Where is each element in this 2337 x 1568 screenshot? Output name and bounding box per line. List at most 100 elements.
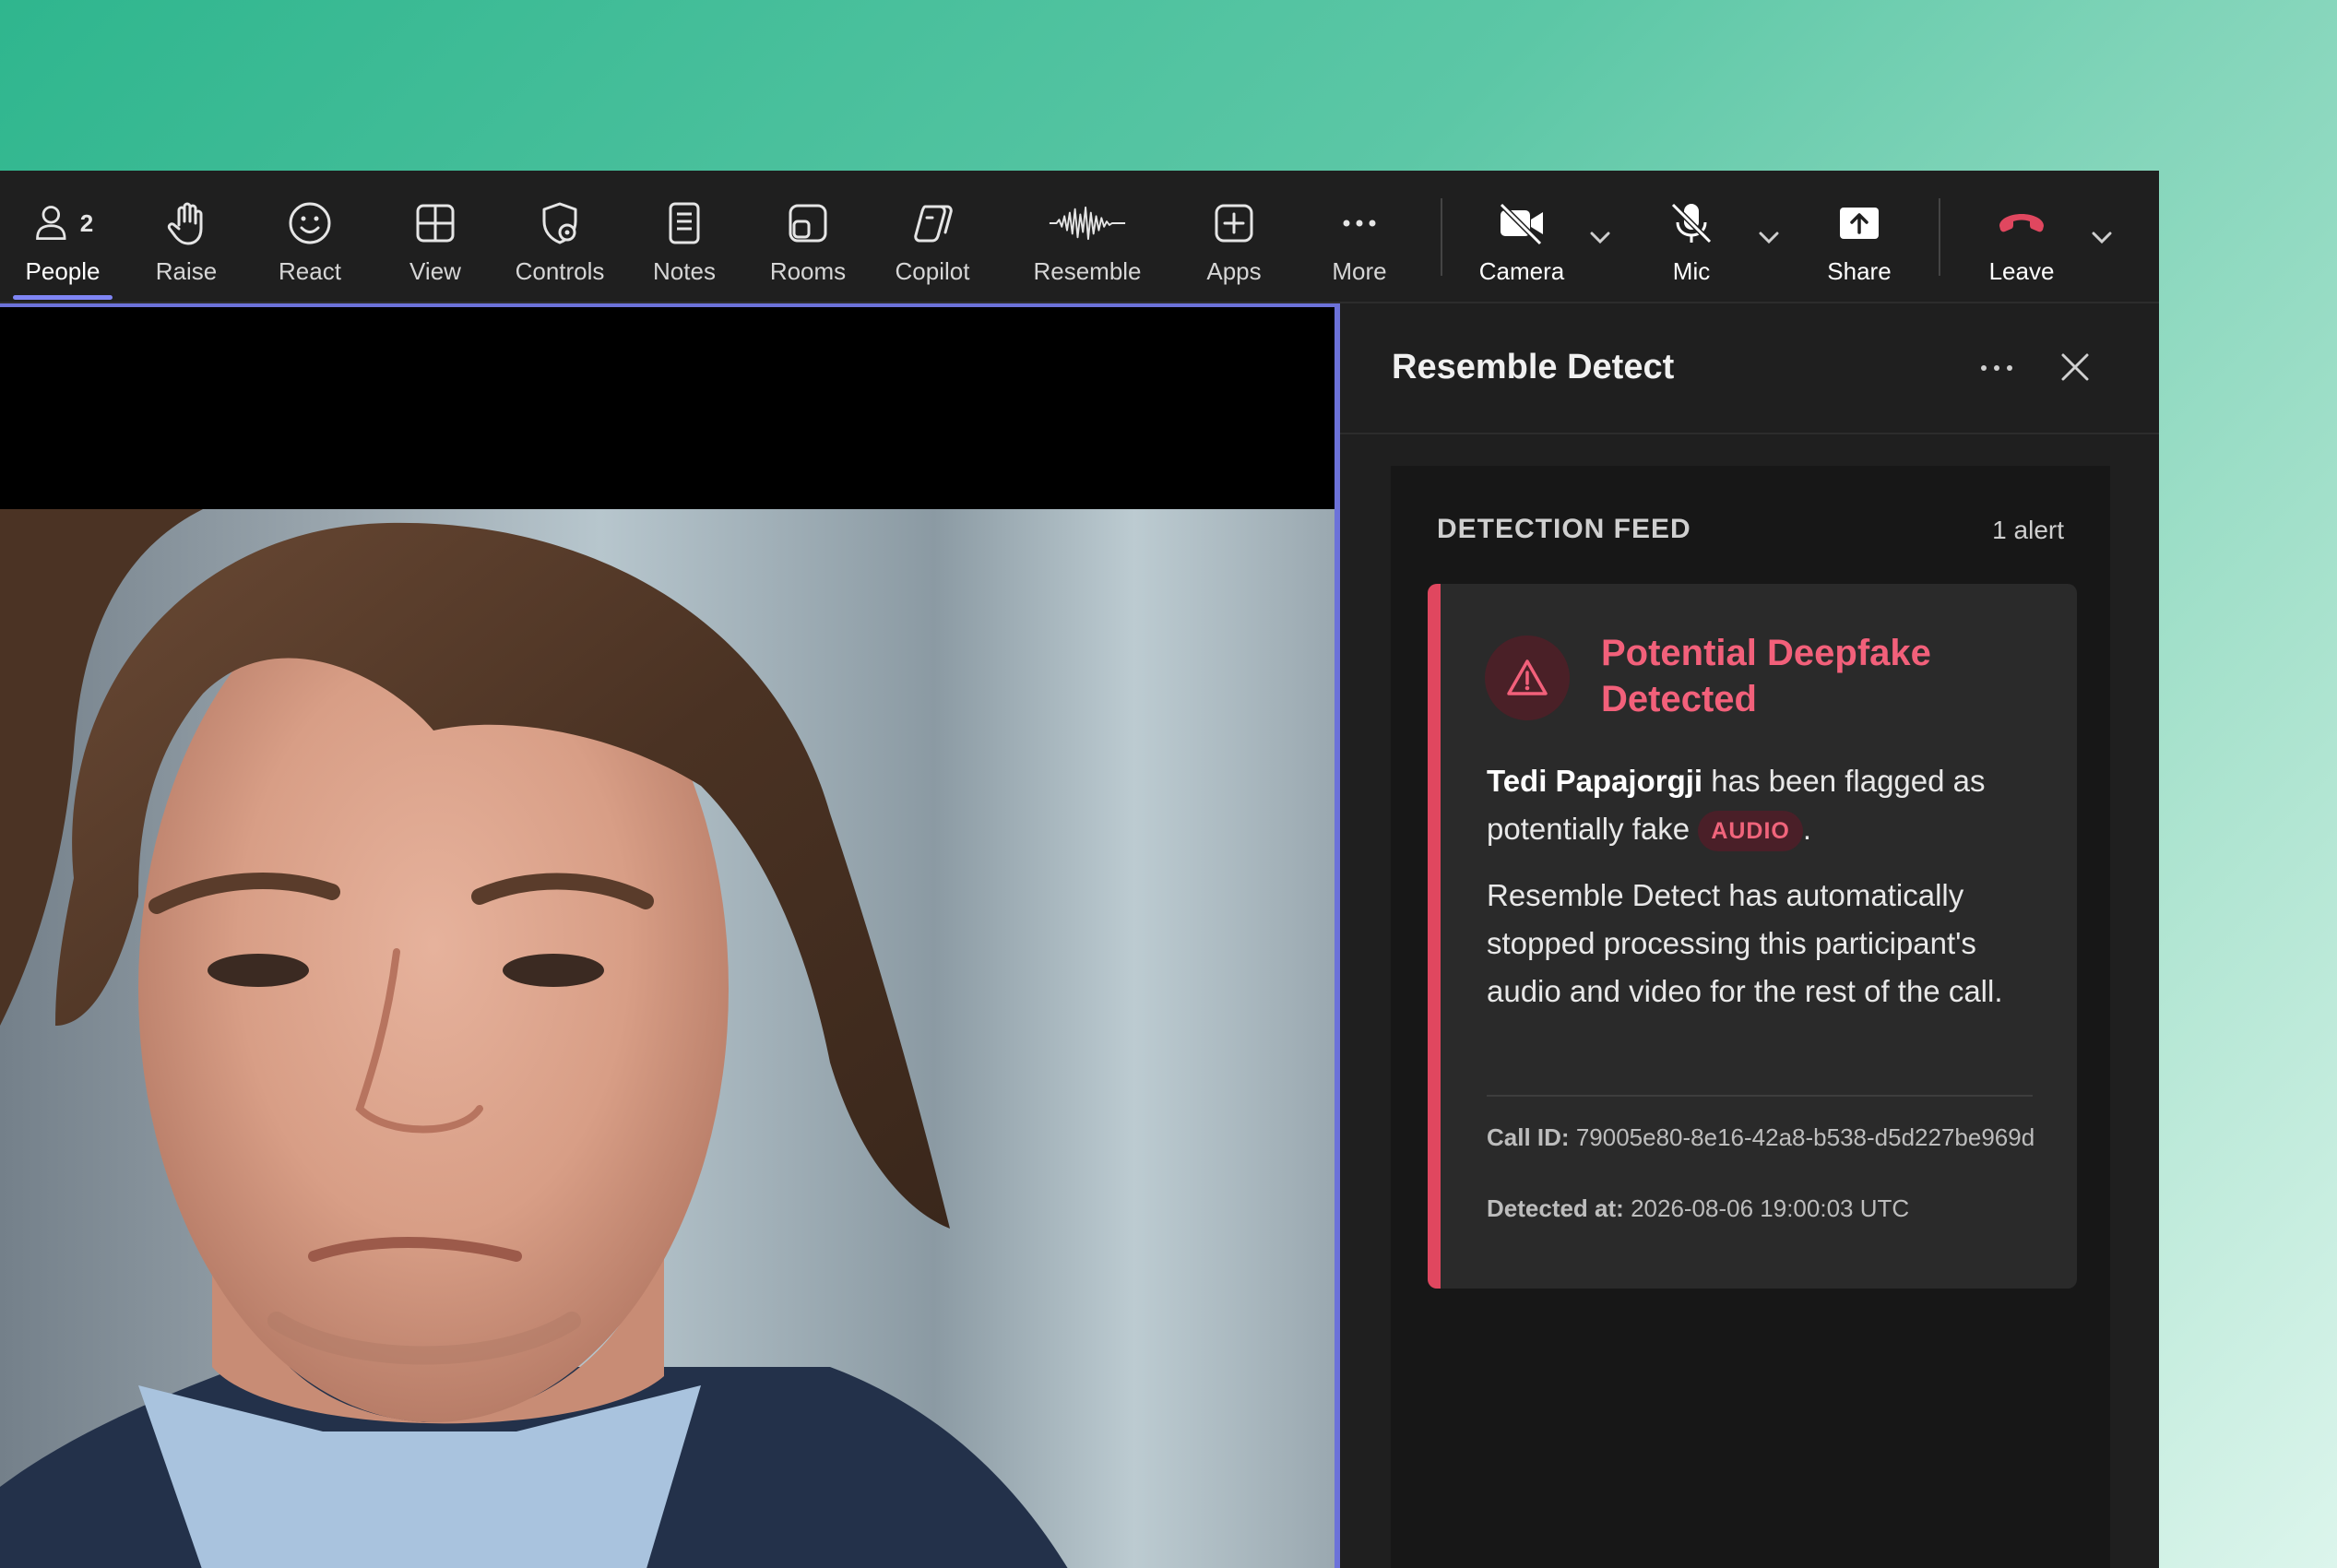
raise-label: Raise xyxy=(155,257,218,285)
people-count: 2 xyxy=(79,208,94,237)
rooms-button[interactable]: Rooms xyxy=(760,171,856,302)
more-button[interactable]: More xyxy=(1311,171,1407,302)
toolbar-separator xyxy=(1939,198,1940,276)
leave-button[interactable]: Leave xyxy=(1974,171,2070,302)
react-button[interactable]: React xyxy=(262,171,358,302)
phone-hangup-icon xyxy=(1999,214,2044,232)
chevron-down-icon xyxy=(1759,232,1779,244)
panel-close-button[interactable] xyxy=(2056,348,2094,386)
rooms-label: Rooms xyxy=(769,257,847,285)
mic-label: Mic xyxy=(1672,257,1711,285)
panel-more-button[interactable] xyxy=(1976,351,2017,385)
mic-off-icon xyxy=(1670,202,1713,244)
raise-button[interactable]: Raise xyxy=(138,171,234,302)
mic-button[interactable]: Mic xyxy=(1645,171,1738,302)
active-tab-indicator xyxy=(13,295,113,300)
participant-video-frame xyxy=(0,509,1335,1568)
detected-at-row: Detected at: 2026-08-06 19:00:03 UTC xyxy=(1487,1194,1909,1223)
raise-icon-wrap xyxy=(162,196,210,250)
mic-icon-wrap xyxy=(1667,196,1715,250)
call-id-row: Call ID: 79005e80-8e16-42a8-b538-d5d227b… xyxy=(1487,1123,2058,1152)
chevron-down-icon xyxy=(2092,232,2112,244)
react-label: React xyxy=(279,257,341,285)
alert-flag-message: Tedi Papajorgji has been flagged as pote… xyxy=(1487,757,2058,853)
resemble-button[interactable]: Resemble xyxy=(1018,171,1157,302)
mic-options-chevron[interactable] xyxy=(1753,222,1785,254)
view-icon-wrap xyxy=(411,196,459,250)
notes-label: Notes xyxy=(653,257,716,285)
notes-icon xyxy=(669,202,700,244)
resemble-detect-panel: Resemble Detect DETECTION FEED 1 alert P… xyxy=(1340,303,2159,1568)
notes-icon-wrap xyxy=(660,196,708,250)
close-icon xyxy=(2061,353,2089,381)
meeting-toolbar: 2 People Raise React View Controls Notes… xyxy=(0,171,2159,303)
ellipsis-icon xyxy=(1981,365,2012,371)
apps-button[interactable]: Apps xyxy=(1186,171,1282,302)
flagged-participant-name: Tedi Papajorgji xyxy=(1487,764,1703,798)
more-label: More xyxy=(1332,257,1387,285)
detected-at-value: 2026-08-06 19:00:03 UTC xyxy=(1631,1194,1910,1222)
meeting-window: 2 People Raise React View Controls Notes… xyxy=(0,171,2159,1568)
call-id-label: Call ID: xyxy=(1487,1123,1570,1151)
participant-video[interactable] xyxy=(0,303,1340,1568)
waveform-icon xyxy=(1049,206,1126,241)
shield-gear-icon xyxy=(542,202,577,244)
alert-divider xyxy=(1487,1095,2033,1097)
alert-action-message: Resemble Detect has automatically stoppe… xyxy=(1487,878,2003,1008)
alert-severity-bar xyxy=(1428,584,1441,1289)
share-button[interactable]: Share xyxy=(1811,171,1907,302)
plus-square-icon xyxy=(1215,204,1253,243)
view-button[interactable]: View xyxy=(387,171,483,302)
people-label: People xyxy=(25,257,101,285)
apps-icon-wrap xyxy=(1210,196,1258,250)
more-icon-wrap xyxy=(1335,196,1383,250)
apps-label: Apps xyxy=(1206,257,1262,285)
people-button[interactable]: 2 People xyxy=(13,171,113,302)
camera-button[interactable]: Camera xyxy=(1466,171,1577,302)
people-icon xyxy=(35,206,66,240)
camera-off-icon xyxy=(1499,202,1543,246)
notes-button[interactable]: Notes xyxy=(636,171,732,302)
leave-options-chevron[interactable] xyxy=(2086,222,2118,254)
chevron-down-icon xyxy=(1590,232,1610,244)
grid-icon xyxy=(416,204,455,243)
share-icon-wrap xyxy=(1835,196,1883,250)
controls-icon-wrap xyxy=(536,196,584,250)
warning-icon-badge xyxy=(1485,636,1570,720)
ellipsis-icon xyxy=(1343,220,1376,227)
resemble-icon-wrap xyxy=(1048,196,1127,250)
camera-options-chevron[interactable] xyxy=(1584,222,1616,254)
panel-header: Resemble Detect xyxy=(1340,303,2159,434)
copilot-icon-wrap xyxy=(908,196,956,250)
smiley-icon xyxy=(289,202,331,244)
camera-icon-wrap xyxy=(1496,196,1548,250)
view-label: View xyxy=(409,257,461,285)
leave-icon-wrap xyxy=(1996,196,2047,250)
warning-icon xyxy=(1507,659,1548,695)
rooms-icon xyxy=(789,204,827,243)
participant-face-image xyxy=(0,509,1068,1568)
alert-title: Potential Deepfake Detected xyxy=(1601,633,1931,719)
copilot-button[interactable]: Copilot xyxy=(884,171,981,302)
share-icon xyxy=(1840,208,1879,239)
alert-count: 1 alert xyxy=(1992,516,2064,544)
deepfake-alert-card: Potential Deepfake Detected Tedi Papajor… xyxy=(1428,584,2077,1289)
controls-label: Controls xyxy=(515,257,605,285)
rooms-icon-wrap xyxy=(784,196,832,250)
flag-text-end: . xyxy=(1802,812,1812,846)
audio-badge: AUDIO xyxy=(1698,811,1803,852)
leave-label: Leave xyxy=(1988,257,2055,285)
camera-label: Camera xyxy=(1478,257,1565,285)
react-icon-wrap xyxy=(286,196,334,250)
share-label: Share xyxy=(1827,257,1892,285)
people-icon-wrap: 2 xyxy=(32,196,93,250)
copilot-label: Copilot xyxy=(895,257,970,285)
controls-button[interactable]: Controls xyxy=(505,171,614,302)
toolbar-separator xyxy=(1441,198,1442,276)
feed-title: DETECTION FEED xyxy=(1437,514,1691,544)
panel-title: Resemble Detect xyxy=(1392,348,1675,386)
call-id-value: 79005e80-8e16-42a8-b538-d5d227be969d xyxy=(1575,1123,2035,1151)
copilot-icon xyxy=(914,205,953,243)
resemble-label: Resemble xyxy=(1033,257,1142,285)
detected-at-label: Detected at: xyxy=(1487,1194,1624,1222)
